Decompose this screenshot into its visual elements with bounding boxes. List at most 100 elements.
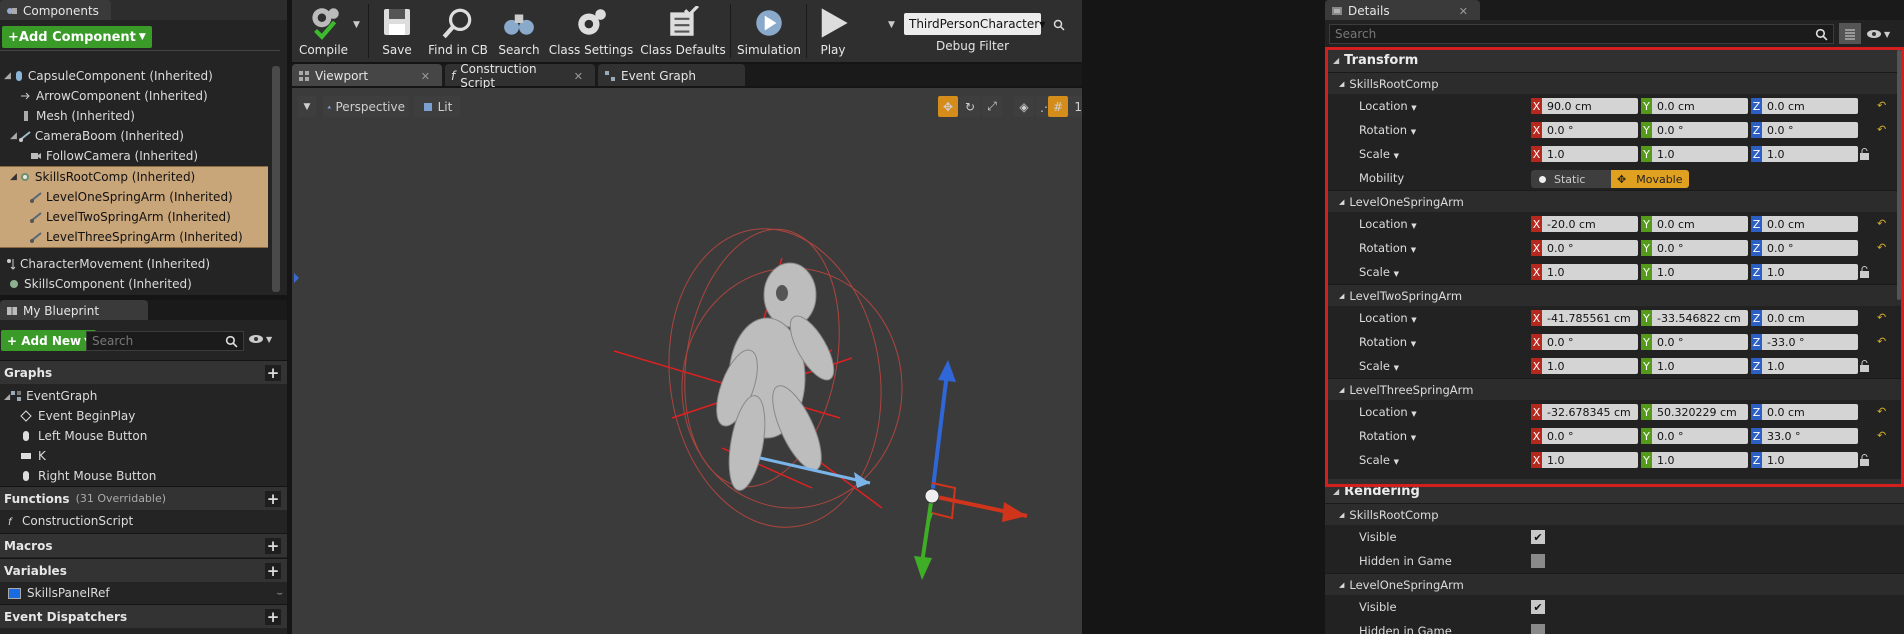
- rotation-z-value[interactable]: 0.0 °: [1762, 122, 1858, 138]
- details-tab[interactable]: Details ✕: [1325, 0, 1480, 20]
- scale-z-field[interactable]: Z 1.0: [1751, 146, 1858, 162]
- rotation-x-value[interactable]: 0.0 °: [1542, 122, 1638, 138]
- component-group-header[interactable]: ◢ LevelOneSpringArm: [1325, 190, 1904, 212]
- scale-y-field[interactable]: Y 1.0: [1641, 264, 1748, 280]
- rotation-z-value[interactable]: 0.0 °: [1762, 240, 1858, 256]
- location-y-value[interactable]: 0.0 cm: [1652, 98, 1748, 114]
- static-option[interactable]: Static: [1531, 170, 1611, 188]
- tree-item[interactable]: ◢ CapsuleComponent (Inherited): [0, 66, 270, 86]
- location-y-value[interactable]: -33.546822 cm: [1652, 310, 1748, 326]
- reset-arrow-icon[interactable]: ↶: [1877, 99, 1886, 112]
- perspective-button[interactable]: Perspective: [323, 96, 409, 117]
- close-icon[interactable]: ✕: [1459, 5, 1468, 18]
- rotation-x-field[interactable]: X 0.0 °: [1531, 428, 1638, 444]
- location-x-field[interactable]: X -32.678345 cm: [1531, 404, 1638, 420]
- rotation-x-field[interactable]: X 0.0 °: [1531, 122, 1638, 138]
- components-tab[interactable]: Components: [0, 0, 111, 20]
- scale-y-value[interactable]: 1.0: [1652, 264, 1748, 280]
- scale-z-value[interactable]: 1.0: [1762, 146, 1858, 162]
- view-options-button[interactable]: ▼: [1866, 29, 1890, 39]
- scale-z-field[interactable]: Z 1.0: [1751, 358, 1858, 374]
- location-z-field[interactable]: Z 0.0 cm: [1751, 216, 1858, 232]
- transform-category[interactable]: ◢ Transform: [1325, 48, 1904, 72]
- translate-mode-icon[interactable]: ✥: [938, 96, 958, 117]
- variable-item[interactable]: SkillsPanelRef ⌣: [8, 583, 283, 603]
- scale-z-field[interactable]: Z 1.0: [1751, 452, 1858, 468]
- tree-item[interactable]: CharacterMovement (Inherited): [0, 254, 270, 274]
- chevron-down-icon[interactable]: ▼: [1411, 222, 1416, 230]
- visible-checkbox[interactable]: ✔: [1531, 600, 1545, 614]
- scale-z-value[interactable]: 1.0: [1762, 358, 1858, 374]
- location-y-value[interactable]: 50.320229 cm: [1652, 404, 1748, 420]
- component-group-header[interactable]: ◢ LevelTwoSpringArm: [1325, 284, 1904, 306]
- scrollbar[interactable]: [1897, 50, 1901, 300]
- chevron-down-icon[interactable]: ▼: [1411, 316, 1416, 324]
- chevron-down-icon[interactable]: ▼: [1411, 340, 1416, 348]
- viewport-menu-button[interactable]: ▼: [298, 96, 316, 117]
- reset-arrow-icon[interactable]: ↶: [1877, 241, 1886, 254]
- location-x-field[interactable]: X -41.785561 cm: [1531, 310, 1638, 326]
- rendering-category[interactable]: ◢ Rendering: [1325, 479, 1904, 503]
- viewport[interactable]: ▼ Perspective Lit ✥ ↻ ⤢ ◈ ⋰ # 10: [292, 88, 1082, 634]
- scale-y-value[interactable]: 1.0: [1652, 146, 1748, 162]
- rotation-z-field[interactable]: Z 0.0 °: [1751, 240, 1858, 256]
- hidden-in-game-checkbox[interactable]: [1531, 554, 1545, 568]
- scale-z-value[interactable]: 1.0: [1762, 452, 1858, 468]
- location-z-field[interactable]: Z 0.0 cm: [1751, 404, 1858, 420]
- event-item[interactable]: Left Mouse Button: [0, 426, 287, 446]
- scale-x-field[interactable]: X 1.0: [1531, 452, 1638, 468]
- scale-z-field[interactable]: Z 1.0: [1751, 264, 1858, 280]
- macros-section[interactable]: Macros +: [0, 533, 287, 557]
- chevron-down-icon[interactable]: ▼: [1394, 152, 1399, 160]
- world-local-icon[interactable]: ◈: [1014, 96, 1034, 117]
- tree-item[interactable]: ArrowComponent (Inherited): [0, 86, 270, 106]
- add-variable-button[interactable]: +: [265, 562, 281, 580]
- rotation-y-value[interactable]: 0.0 °: [1652, 334, 1748, 350]
- location-z-field[interactable]: Z 0.0 cm: [1751, 98, 1858, 114]
- find-in-cb-button[interactable]: Find in CB: [424, 0, 492, 60]
- rotation-z-field[interactable]: Z 33.0 °: [1751, 428, 1858, 444]
- grid-snap-icon[interactable]: #: [1048, 96, 1068, 117]
- location-z-value[interactable]: 0.0 cm: [1762, 216, 1858, 232]
- my-blueprint-tab[interactable]: My Blueprint: [0, 300, 148, 320]
- scale-y-field[interactable]: Y 1.0: [1641, 452, 1748, 468]
- scale-y-field[interactable]: Y 1.0: [1641, 358, 1748, 374]
- lock-icon[interactable]: [1859, 360, 1870, 372]
- rotation-z-field[interactable]: Z -33.0 °: [1751, 334, 1858, 350]
- lock-icon[interactable]: [1859, 454, 1870, 466]
- scale-x-field[interactable]: X 1.0: [1531, 146, 1638, 162]
- tree-item[interactable]: Mesh (Inherited): [0, 106, 270, 126]
- tree-item[interactable]: LevelTwoSpringArm (Inherited): [0, 207, 268, 227]
- scale-y-value[interactable]: 1.0: [1652, 358, 1748, 374]
- scale-x-value[interactable]: 1.0: [1542, 264, 1638, 280]
- property-matrix-button[interactable]: [1839, 23, 1861, 44]
- reset-arrow-icon[interactable]: ↶: [1877, 217, 1886, 230]
- rotation-x-field[interactable]: X 0.0 °: [1531, 334, 1638, 350]
- play-options-chevron[interactable]: ▼: [888, 20, 895, 30]
- location-z-field[interactable]: Z 0.0 cm: [1751, 310, 1858, 326]
- event-item[interactable]: K: [0, 446, 287, 466]
- graph-item[interactable]: ◢ EventGraph: [0, 386, 287, 406]
- location-x-value[interactable]: -41.785561 cm: [1542, 310, 1638, 326]
- scale-x-field[interactable]: X 1.0: [1531, 264, 1638, 280]
- details-search-input[interactable]: Search: [1329, 24, 1834, 44]
- chevron-down-icon[interactable]: ▼: [1411, 434, 1416, 442]
- location-x-field[interactable]: X 90.0 cm: [1531, 98, 1638, 114]
- chevron-down-icon[interactable]: ▼: [1411, 104, 1416, 112]
- tree-item[interactable]: LevelOneSpringArm (Inherited): [0, 187, 268, 207]
- render-group-header[interactable]: ◢ SkillsRootComp: [1325, 503, 1904, 525]
- rotate-mode-icon[interactable]: ↻: [960, 96, 980, 117]
- render-group-header[interactable]: ◢ LevelOneSpringArm: [1325, 573, 1904, 595]
- location-x-value[interactable]: -20.0 cm: [1542, 216, 1638, 232]
- search-icon[interactable]: [1053, 19, 1065, 31]
- reset-arrow-icon[interactable]: ↶: [1877, 311, 1886, 324]
- chevron-down-icon[interactable]: ▼: [1411, 410, 1416, 418]
- location-x-value[interactable]: -32.678345 cm: [1542, 404, 1638, 420]
- rotation-x-value[interactable]: 0.0 °: [1542, 428, 1638, 444]
- add-new-button[interactable]: + Add New ▼: [1, 330, 97, 351]
- scale-x-value[interactable]: 1.0: [1542, 452, 1638, 468]
- chevron-down-icon[interactable]: ▼: [1411, 128, 1416, 136]
- tree-item[interactable]: ◢ CameraBoom (Inherited): [0, 126, 270, 146]
- blueprint-search-input[interactable]: Search: [86, 331, 244, 351]
- functions-section[interactable]: Functions (31 Overridable) +: [0, 486, 287, 510]
